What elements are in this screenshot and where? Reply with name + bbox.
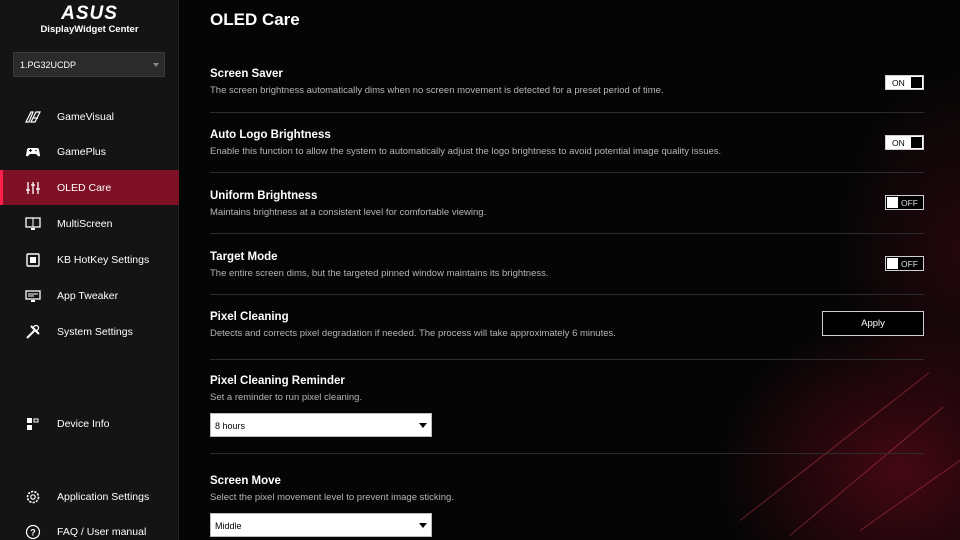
asus-logo-icon: ASUS bbox=[60, 4, 118, 21]
sidebar-item-label: MultiScreen bbox=[57, 217, 113, 230]
setting-description: Maintains brightness at a consistent lev… bbox=[210, 207, 487, 218]
apply-button[interactable]: Apply bbox=[822, 311, 924, 336]
main-panel: OLED Care Screen Saver The screen bright… bbox=[180, 0, 960, 540]
setting-pixel-cleaning: Pixel Cleaning Detects and corrects pixe… bbox=[210, 311, 924, 339]
sliders-icon bbox=[26, 181, 40, 194]
setting-title: Uniform Brightness bbox=[210, 190, 318, 202]
help-icon: ? bbox=[25, 524, 41, 539]
sidebar-item-app-tweaker[interactable]: App Tweaker bbox=[0, 278, 179, 313]
gamepad-icon bbox=[26, 147, 40, 156]
gear-icon bbox=[26, 490, 40, 503]
toggle-knob bbox=[911, 137, 922, 148]
sidebar-item-label: Application Settings bbox=[57, 490, 150, 503]
tools-icon bbox=[26, 324, 40, 339]
setting-title: Target Mode bbox=[210, 251, 278, 263]
chevron-down-icon bbox=[419, 423, 427, 428]
setting-description: The screen brightness automatically dims… bbox=[210, 85, 664, 96]
setting-title: Pixel Cleaning Reminder bbox=[210, 375, 345, 387]
toggle-knob bbox=[887, 197, 898, 208]
dropdown-value: 8 hours bbox=[215, 421, 246, 431]
app-name: DisplayWidget Center bbox=[40, 24, 139, 35]
sidebar-item-multiscreen[interactable]: MultiScreen bbox=[0, 206, 179, 241]
setting-screen-saver: Screen Saver The screen brightness autom… bbox=[210, 68, 924, 96]
sidebar-item-kb-hotkey[interactable]: KB HotKey Settings bbox=[0, 242, 179, 277]
sidebar-item-label: App Tweaker bbox=[57, 289, 119, 302]
dropdown-value: Middle bbox=[215, 521, 242, 531]
setting-description: Enable this function to allow the system… bbox=[210, 146, 722, 157]
setting-pixel-cleaning-reminder: Pixel Cleaning Reminder Set a reminder t… bbox=[210, 375, 924, 403]
page-title: OLED Care bbox=[210, 10, 300, 29]
sidebar-item-system-settings[interactable]: System Settings bbox=[0, 314, 179, 349]
svg-text:ASUS: ASUS bbox=[60, 4, 118, 21]
setting-title: Screen Saver bbox=[210, 68, 283, 80]
divider bbox=[210, 359, 924, 360]
setting-target-mode: Target Mode The entire screen dims, but … bbox=[210, 251, 924, 279]
sidebar-item-label: KB HotKey Settings bbox=[57, 253, 150, 266]
screen-move-dropdown[interactable]: Middle bbox=[210, 513, 432, 537]
toggle-state: OFF bbox=[901, 198, 918, 208]
svg-text:?: ? bbox=[30, 527, 36, 537]
divider bbox=[210, 294, 924, 295]
divider bbox=[210, 172, 924, 173]
setting-description: The entire screen dims, but the targeted… bbox=[210, 268, 549, 279]
chevron-down-icon bbox=[419, 523, 427, 528]
sidebar-item-oled-care[interactable]: OLED Care bbox=[0, 170, 179, 205]
setting-description: Set a reminder to run pixel cleaning. bbox=[210, 392, 363, 403]
divider bbox=[210, 233, 924, 234]
setting-description: Detects and corrects pixel degradation i… bbox=[210, 328, 616, 339]
setting-uniform-brightness: Uniform Brightness Maintains brightness … bbox=[210, 190, 924, 218]
reminder-dropdown[interactable]: 8 hours bbox=[210, 413, 432, 437]
device-info-icon bbox=[27, 417, 39, 430]
screen-saver-toggle[interactable]: ON bbox=[885, 75, 924, 90]
sidebar-item-application-settings[interactable]: Application Settings bbox=[0, 479, 179, 514]
app-tweaker-icon bbox=[25, 289, 41, 302]
sidebar-item-label: GameVisual bbox=[57, 110, 115, 123]
chevron-down-icon bbox=[153, 63, 159, 67]
device-select[interactable]: 1.PG32UCDP bbox=[13, 52, 165, 77]
sidebar: ASUS DisplayWidget Center 1.PG32UCDP Gam… bbox=[0, 0, 179, 540]
sidebar-item-label: GamePlus bbox=[57, 145, 107, 158]
sidebar-item-gameplus[interactable]: GamePlus bbox=[0, 134, 179, 169]
sidebar-item-faq[interactable]: ? FAQ / User manual bbox=[0, 514, 179, 540]
multiscreen-icon bbox=[25, 216, 41, 230]
setting-screen-move: Screen Move Select the pixel movement le… bbox=[210, 475, 924, 503]
target-mode-toggle[interactable]: OFF bbox=[885, 256, 924, 271]
uniform-brightness-toggle[interactable]: OFF bbox=[885, 195, 924, 210]
setting-title: Auto Logo Brightness bbox=[210, 129, 331, 141]
toggle-state: ON bbox=[892, 138, 905, 148]
toggle-knob bbox=[911, 77, 922, 88]
toggle-state: ON bbox=[892, 78, 905, 88]
toggle-knob bbox=[887, 258, 898, 269]
keyboard-icon bbox=[26, 252, 40, 267]
setting-title: Screen Move bbox=[210, 475, 281, 487]
setting-title: Pixel Cleaning bbox=[210, 311, 289, 323]
sidebar-item-label: System Settings bbox=[57, 325, 133, 338]
sidebar-item-label: FAQ / User manual bbox=[57, 525, 147, 538]
auto-logo-brightness-toggle[interactable]: ON bbox=[885, 135, 924, 150]
toggle-state: OFF bbox=[901, 259, 918, 269]
sidebar-item-label: OLED Care bbox=[57, 181, 112, 194]
divider bbox=[210, 453, 924, 454]
sidebar-item-label: Device Info bbox=[57, 417, 110, 430]
setting-description: Select the pixel movement level to preve… bbox=[210, 492, 454, 503]
setting-auto-logo-brightness: Auto Logo Brightness Enable this functio… bbox=[210, 129, 924, 157]
device-select-value: 1.PG32UCDP bbox=[20, 60, 77, 70]
divider bbox=[210, 112, 924, 113]
gamevisual-icon bbox=[25, 110, 41, 123]
sidebar-item-gamevisual[interactable]: GameVisual bbox=[0, 99, 179, 134]
sidebar-item-device-info[interactable]: Device Info bbox=[0, 406, 179, 441]
